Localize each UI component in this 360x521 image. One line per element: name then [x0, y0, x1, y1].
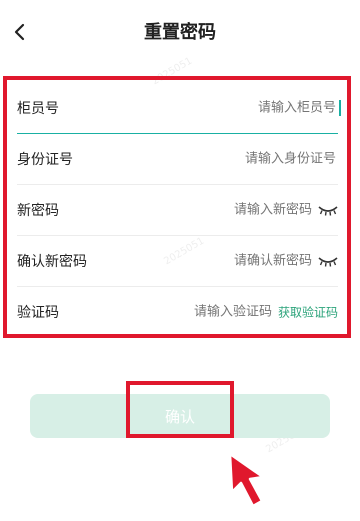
- verification-code-row[interactable]: 验证码 获取验证码: [17, 287, 338, 337]
- confirm-password-input[interactable]: [160, 252, 314, 270]
- new-password-row[interactable]: 新密码: [17, 185, 338, 236]
- teller-id-input[interactable]: [184, 99, 338, 117]
- new-password-label: 新密码: [17, 203, 59, 219]
- confirm-highlight-frame: [126, 381, 234, 438]
- eye-closed-icon[interactable]: [318, 204, 338, 216]
- confirm-password-row[interactable]: 确认新密码: [17, 236, 338, 287]
- id-number-row[interactable]: 身份证号: [17, 134, 338, 185]
- verification-code-label: 验证码: [17, 305, 59, 321]
- cursor-arrow-icon: [228, 452, 265, 508]
- teller-id-row[interactable]: 柜员号: [17, 83, 341, 134]
- get-code-button[interactable]: 获取验证码: [278, 304, 338, 321]
- id-number-input[interactable]: [184, 150, 338, 168]
- text-cursor: [339, 100, 341, 116]
- form-highlight-frame: 柜员号 身份证号 新密码 确认新密码 验证码 获取验证码: [3, 76, 351, 338]
- id-number-label: 身份证号: [17, 152, 73, 168]
- teller-id-label: 柜员号: [17, 101, 59, 117]
- header: 重置密码: [0, 0, 360, 64]
- new-password-input[interactable]: [160, 201, 314, 219]
- page-title: 重置密码: [144, 22, 216, 43]
- eye-closed-icon[interactable]: [318, 255, 338, 267]
- verification-code-input[interactable]: [150, 303, 274, 321]
- confirm-password-label: 确认新密码: [17, 254, 87, 270]
